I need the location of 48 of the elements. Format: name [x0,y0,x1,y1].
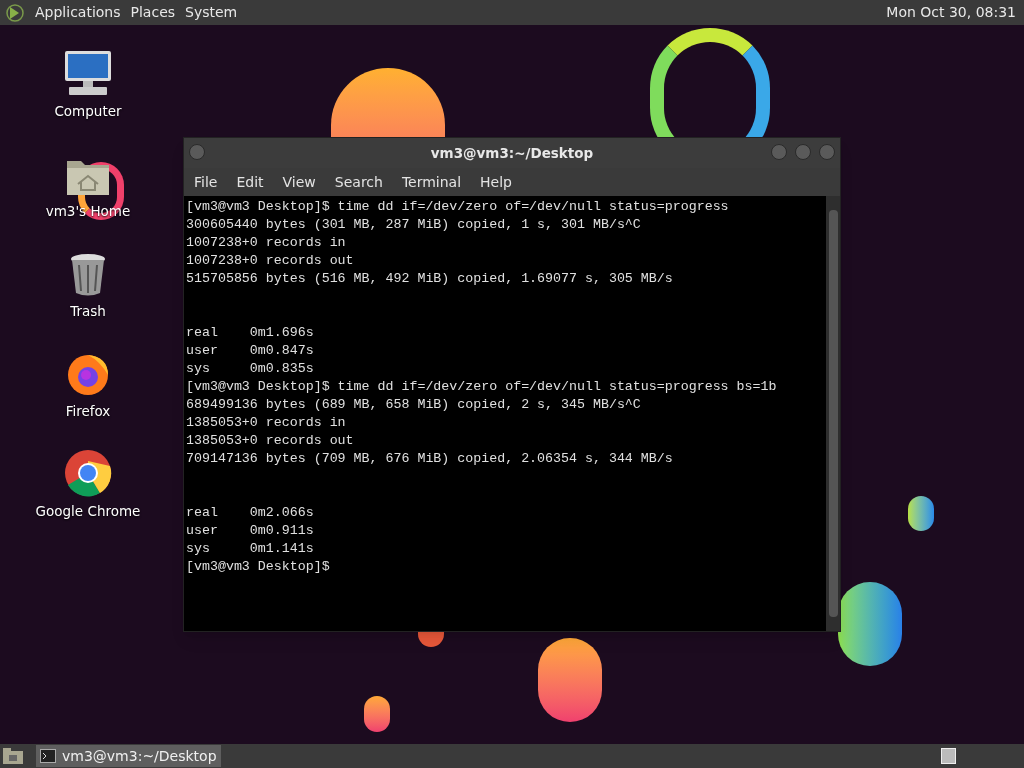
panel-menu[interactable]: Applications [30,2,126,23]
terminal-line: user 0m0.847s [186,342,315,360]
desktop-icon-label[interactable]: Computer [54,101,122,122]
browser-logo-icon [64,449,112,497]
scrollbar-thumb[interactable] [828,210,838,617]
play-logo-icon [4,2,26,23]
terminal-line: user 0m0.911s [186,522,315,540]
window-menu-button[interactable] [189,144,205,160]
close-button[interactable] [819,144,835,160]
gradient-blob [908,496,934,531]
window-title: vm3@vm3:~/Desktop [430,143,594,163]
terminal-line: [vm3@vm3 Desktop]$ time dd if=/dev/zero of=/dev/null status=progress [186,198,730,216]
taskbar-button[interactable]: vm3@vm3:~/Desktop [36,745,221,767]
menu-item[interactable]: Search [327,171,390,193]
terminal-line: real 0m2.066s [186,504,315,522]
desktop-icon-label[interactable]: Firefox [65,401,111,422]
menu-item[interactable]: View [275,171,323,193]
terminal-line: [vm3@vm3 Desktop]$ time dd if=/dev/zero of=/dev/null status=progress bs=1b [186,378,778,396]
workspace-switcher[interactable] [941,748,956,764]
scrollbar[interactable] [826,196,840,631]
desktop-icon-label[interactable]: Google Chrome [35,501,141,522]
terminal-line: real 0m1.696s [186,324,315,342]
panel-clock[interactable]: Mon Oct 30, 08:31 [886,2,1020,23]
terminal-line: 1007238+0 records in [186,234,347,252]
maximize-button[interactable] [795,144,811,160]
terminal-line: 1007238+0 records out [186,252,355,270]
menu-item[interactable]: Edit [229,171,271,193]
terminal-line: 300605440 bytes (301 MB, 287 MiB) copied, 1 s, 301 MB/s^C [186,216,642,234]
terminal-line: 709147136 bytes (709 MB, 676 MiB) copied, 2.06354 s, 344 MB/s [186,450,674,468]
show-desktop-icon[interactable] [2,747,24,765]
terminal-icon [40,749,56,763]
panel-menu[interactable]: Places [125,2,181,23]
gradient-blob [364,696,390,732]
terminal-line: 515705856 bytes (516 MB, 492 MiB) copied, 1.69077 s, 305 MB/s [186,270,674,288]
trash-icon [69,253,107,297]
minimize-button[interactable] [771,144,787,160]
terminal-line: sys 0m0.835s [186,360,315,378]
terminal-line: 689499136 bytes (689 MB, 658 MiB) copied, 2 s, 345 MB/s^C [186,396,642,414]
monitor-icon [63,49,113,97]
terminal-line: sys 0m1.141s [186,540,315,558]
terminal-line: [vm3@vm3 Desktop]$ [186,558,331,576]
menu-item[interactable]: File [187,171,225,193]
menu-item[interactable]: Terminal [394,171,469,193]
desktop-icon-label[interactable]: Trash [70,301,106,322]
panel-menu[interactable]: System [180,2,243,23]
terminal-line: 1385053+0 records in [186,414,347,432]
terminal-line: 1385053+0 records out [186,432,355,450]
menu-item[interactable]: Help [473,171,519,193]
